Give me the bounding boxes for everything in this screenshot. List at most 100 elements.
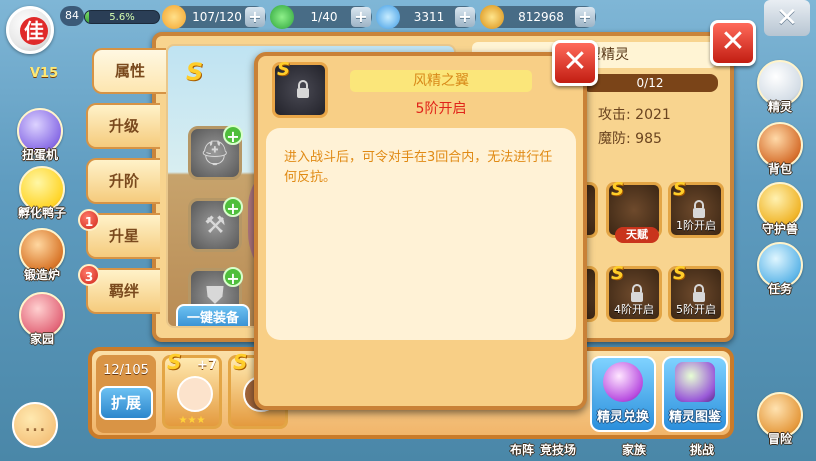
hatch-duck-button[interactable]: 孵化鸭子 — [14, 166, 70, 221]
add-icon: + — [223, 197, 243, 218]
backpack-label: 背包 — [767, 162, 792, 176]
bag-count: 12/105 — [103, 363, 149, 378]
add-coin-button[interactable]: + — [575, 7, 595, 27]
forge-button[interactable]: 锻造炉 — [14, 228, 70, 283]
skill-description-box: 进入战斗后，可令对手在3回合内，无法进行任何反抗。 — [266, 128, 576, 340]
player-level: 84 — [60, 6, 84, 26]
stat-attack: 攻击: 2021 — [598, 107, 671, 123]
skill-slot-3[interactable]: S 1阶开启 — [668, 179, 724, 238]
skill-name: 风精之翼 — [350, 70, 532, 92]
lock-icon — [631, 284, 643, 302]
lock-icon — [297, 80, 309, 98]
notification-badge: 1 — [78, 209, 100, 231]
detail-tabs: 属性 升级 升阶 1 升星 3 羁绊 — [78, 48, 166, 323]
tab-label: 升星 — [108, 227, 139, 245]
equip-slot-weapon[interactable]: ⚒ + — [188, 197, 243, 252]
skill-slot-6[interactable]: S 5阶开启 — [668, 263, 724, 322]
add-stamina-button[interactable]: + — [245, 7, 265, 27]
s-rank-icon: S — [673, 263, 686, 284]
book-icon — [675, 362, 715, 402]
coin-value: 812968 — [518, 10, 564, 24]
sprite-card-selected[interactable]: S +7 ★★★ — [162, 350, 222, 429]
s-rank-icon: S — [186, 58, 204, 86]
stamina-resource: 107/120 + — [162, 5, 266, 29]
sprite-portrait — [177, 376, 213, 412]
nav-challenge[interactable]: 挑战 — [690, 441, 714, 458]
forge-label: 锻造炉 — [23, 268, 60, 282]
nav-formation[interactable]: 布阵 — [510, 441, 534, 458]
skill-unlock-caption: 5阶开启 — [676, 303, 716, 316]
tab-attributes[interactable]: 属性 — [92, 48, 166, 94]
exp-bar: 5.6% — [84, 10, 160, 24]
hatch-duck-label: 孵化鸭子 — [17, 206, 66, 220]
sprite-exchange-label: 精灵兑换 — [596, 410, 649, 425]
guardian-label: 守护兽 — [761, 222, 798, 236]
skill-unlock-caption: 1阶开启 — [676, 219, 716, 232]
gacha-label: 扭蛋机 — [21, 148, 58, 162]
nav-family[interactable]: 家族 — [622, 441, 646, 458]
add-icon: + — [223, 125, 243, 146]
diamond-icon — [376, 5, 400, 29]
one-key-equip-button[interactable]: 一键装备 — [176, 304, 250, 326]
lock-icon — [693, 200, 705, 218]
lock-icon — [693, 284, 705, 302]
stamina-value: 107/120 — [192, 10, 242, 24]
sprite-count-bar: 0/12 — [582, 74, 718, 92]
tab-level-up[interactable]: 升级 — [86, 103, 160, 149]
panel-close-icon[interactable]: ✕ — [710, 20, 756, 66]
vip-label: V15 — [30, 66, 59, 81]
backpack-button[interactable]: 背包 — [752, 122, 808, 177]
tab-label: 升阶 — [108, 172, 139, 190]
notification-badge: 3 — [78, 264, 100, 286]
tab-star-up[interactable]: 1 升星 — [78, 209, 160, 259]
skill-description: 进入战斗后，可令对手在3回合内，无法进行任何反抗。 — [284, 150, 553, 185]
stat-magic-defense: 魔防: 985 — [598, 131, 662, 147]
top-close-icon[interactable]: ✕ — [764, 0, 810, 36]
adventure-label: 冒险 — [767, 432, 792, 446]
tab-rank-up[interactable]: 升阶 — [86, 158, 160, 204]
tab-label: 羁绊 — [108, 282, 139, 300]
sprite-exchange-button[interactable]: 精灵兑换 — [590, 356, 656, 432]
skill-icon: S — [272, 59, 328, 118]
s-rank-icon: S — [611, 263, 624, 284]
s-rank-icon: S — [673, 179, 686, 200]
avatar-char: 佳 — [20, 17, 48, 45]
sprite-button[interactable]: 精灵 — [752, 60, 808, 115]
add-icon: + — [223, 267, 243, 288]
clover-value: 1/40 — [310, 10, 338, 24]
s-rank-icon: S — [167, 350, 182, 374]
gacha-machine-button[interactable]: 扭蛋机 — [12, 108, 68, 163]
star-rating-icon: ★★★ — [178, 415, 206, 426]
equip-slot-helmet[interactable]: ⛑ + — [188, 125, 243, 180]
tab-label: 属性 — [114, 62, 145, 80]
tab-label: 升级 — [108, 117, 139, 135]
nav-arena[interactable]: 竞技场 — [540, 441, 576, 458]
sprite-codex-button[interactable]: 精灵图鉴 — [662, 356, 728, 432]
star-orb-icon — [603, 362, 643, 402]
diamond-value: 3311 — [413, 10, 445, 24]
skill-slot-talent[interactable]: S 天赋 — [606, 179, 662, 243]
talent-tag: 天赋 — [615, 227, 659, 243]
chat-icon[interactable]: … — [12, 402, 58, 448]
add-diamond-button[interactable]: + — [455, 7, 475, 27]
skill-slot-5[interactable]: S 4阶开启 — [606, 263, 662, 322]
guardian-button[interactable]: 守护兽 — [752, 182, 808, 237]
s-rank-icon: S — [611, 179, 624, 200]
skill-detail-popup: S 风精之翼 5阶开启 进入战斗后，可令对手在3回合内，无法进行任何反抗。 ✕ — [254, 40, 598, 410]
skill-unlock-requirement: 5阶开启 — [415, 101, 467, 117]
coin-icon — [480, 5, 504, 29]
expand-bag-button[interactable]: 扩展 — [99, 386, 153, 420]
coin-resource: 812968 + — [480, 5, 596, 29]
add-clover-button[interactable]: + — [351, 7, 371, 27]
s-rank-icon: S — [233, 350, 248, 374]
player-avatar[interactable]: 佳 — [6, 6, 54, 54]
adventure-button[interactable]: 冒险 — [752, 392, 808, 447]
quest-button[interactable]: 任务 — [752, 242, 808, 297]
bag-capacity: 12/105 扩展 — [96, 355, 156, 433]
s-rank-icon: S — [277, 59, 290, 80]
tab-bond[interactable]: 3 羁绊 — [78, 264, 160, 314]
popup-close-icon[interactable]: ✕ — [552, 40, 598, 86]
home-button[interactable]: 家园 — [14, 292, 70, 347]
home-label: 家园 — [29, 332, 54, 346]
skill-unlock-caption: 4阶开启 — [614, 303, 654, 316]
